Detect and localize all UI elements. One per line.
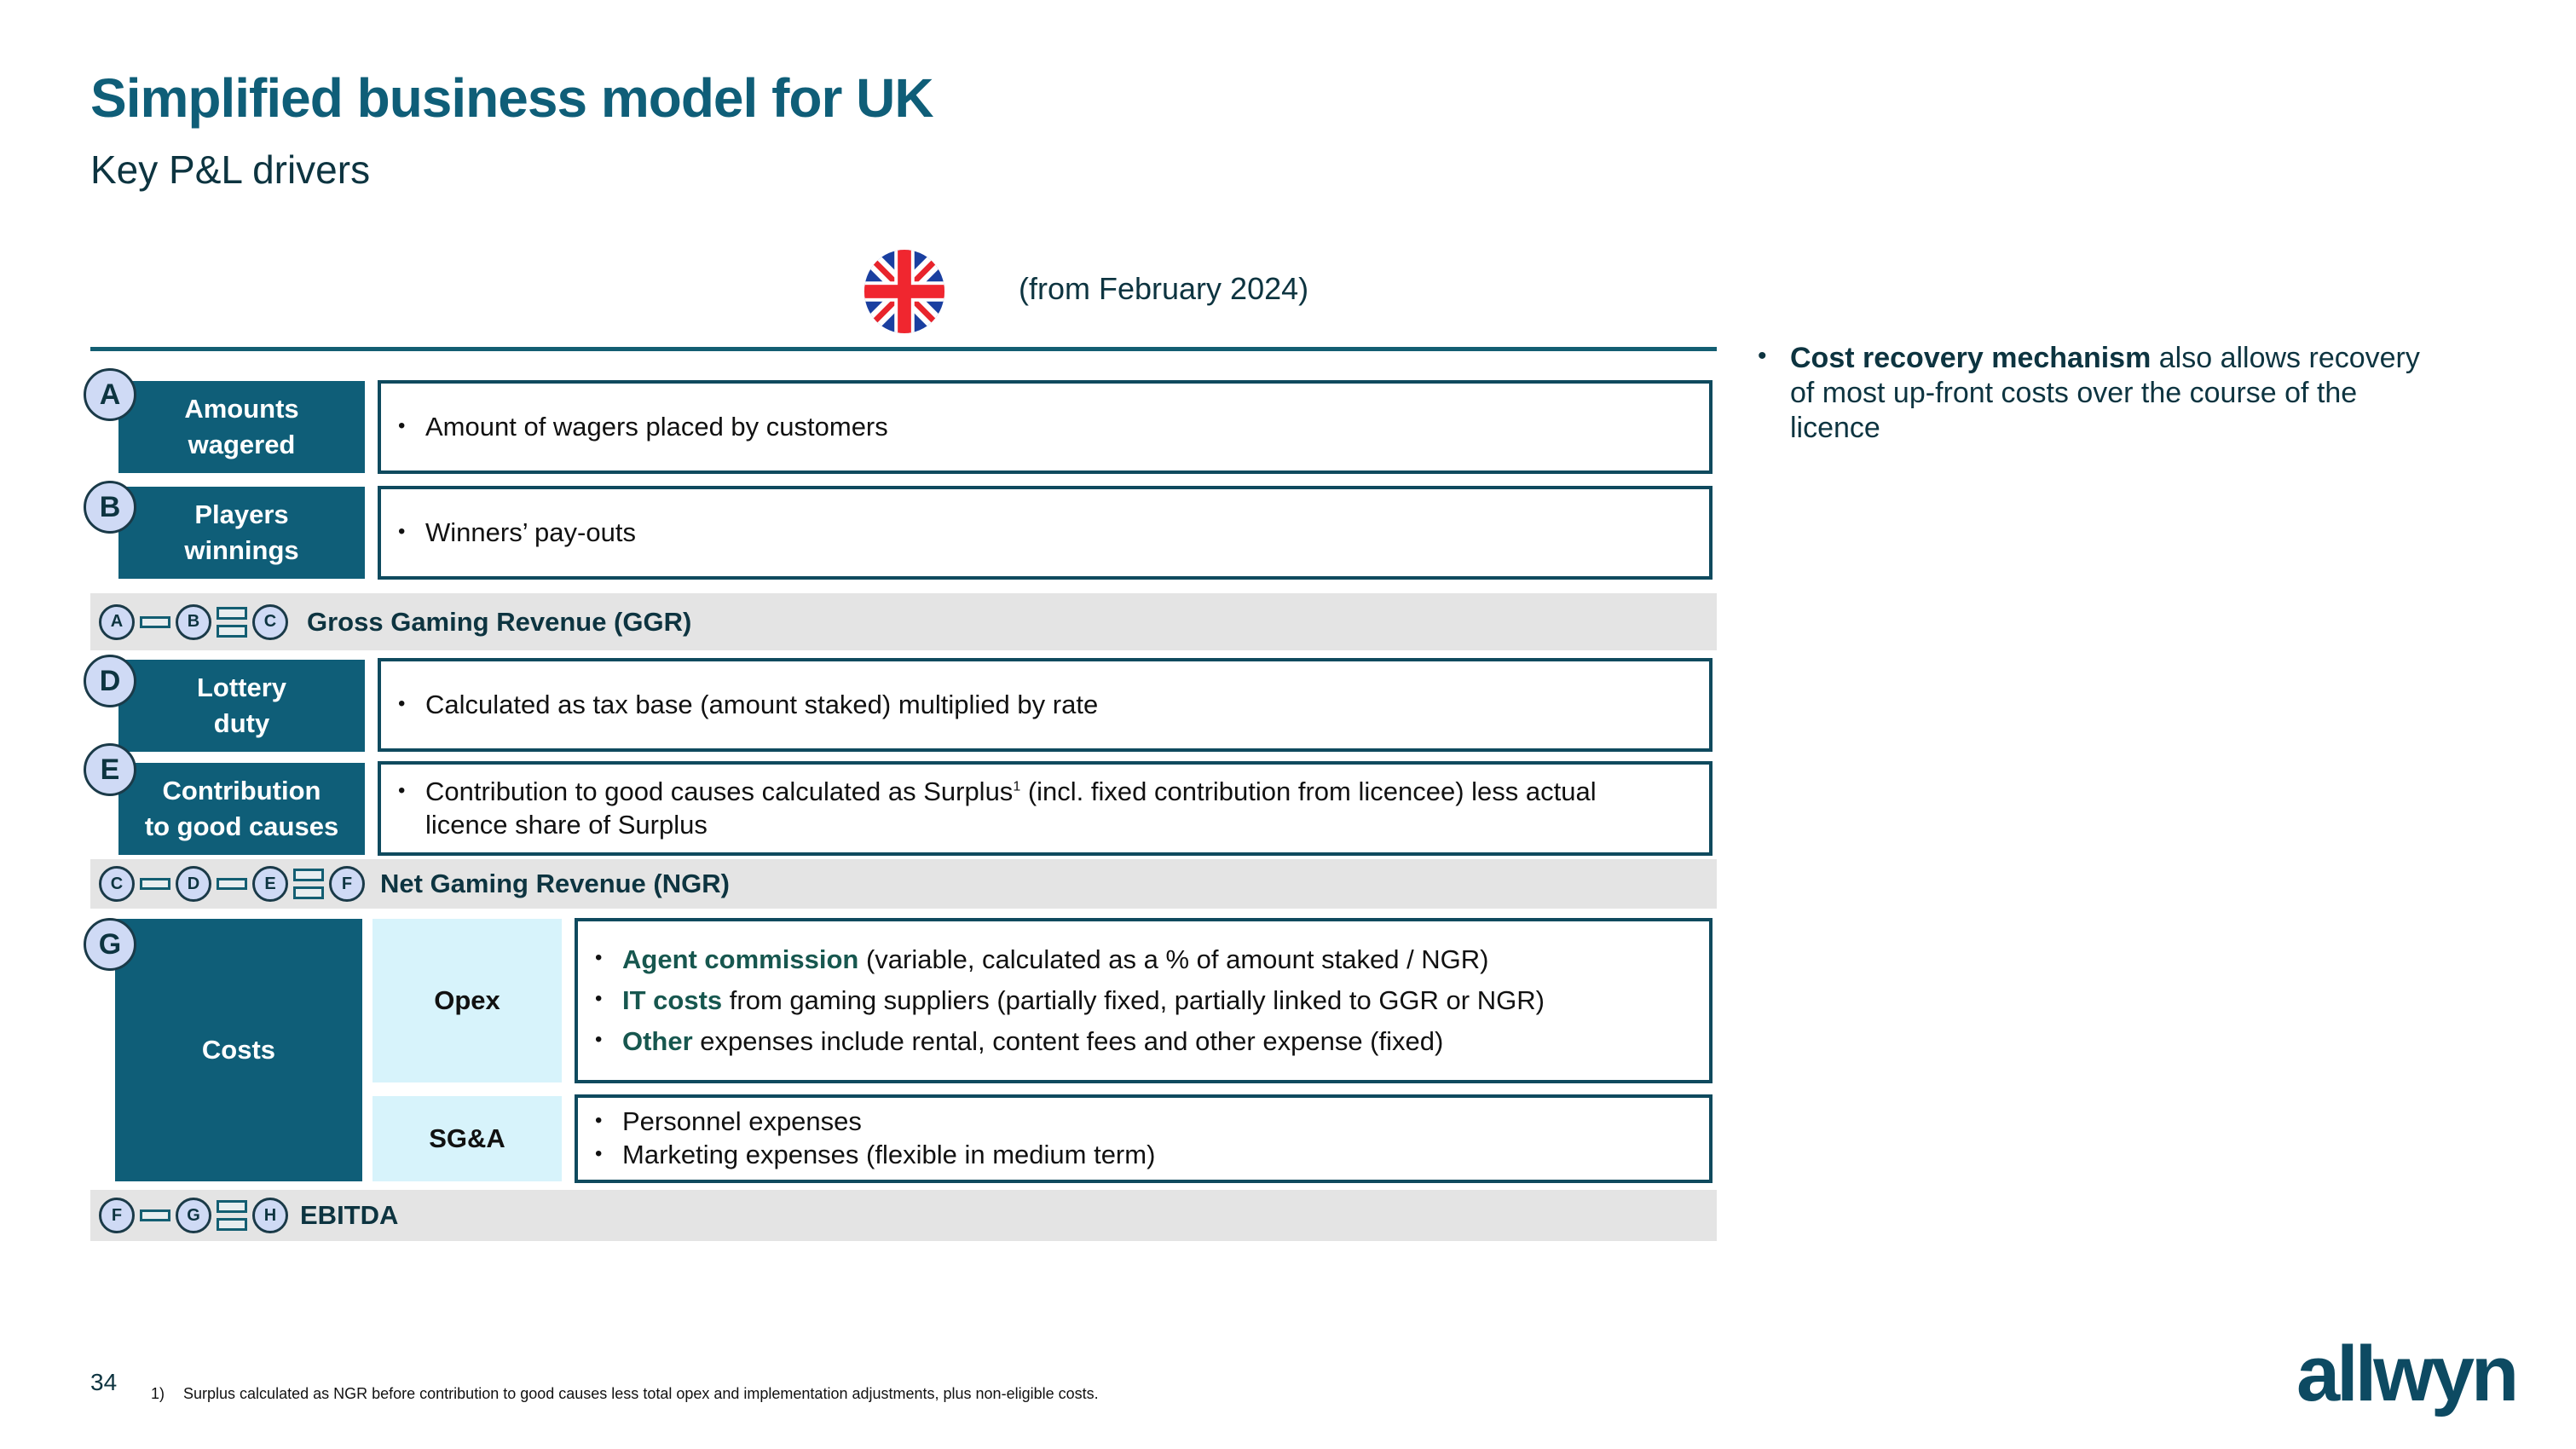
footnote-ref: 1 <box>1013 779 1021 794</box>
period-label: (from February 2024) <box>1019 271 1309 306</box>
label-line: to good causes <box>144 811 339 841</box>
minus-icon <box>217 878 247 890</box>
letter-badge-small: F <box>99 1198 135 1233</box>
equals-icon <box>217 606 247 638</box>
page-title: Simplified business model for UK <box>90 67 934 129</box>
uk-flag-icon <box>863 250 945 333</box>
description-amounts-wagered: Amount of wagers placed by customers <box>378 380 1713 474</box>
header-divider <box>90 347 1717 351</box>
letter-badge-small: D <box>176 866 211 902</box>
bullet-text: Contribution to good causes calculated a… <box>425 776 1014 806</box>
bullet-item: Calculated as tax base (amount staked) m… <box>398 689 1098 722</box>
page-subtitle: Key P&L drivers <box>90 147 371 192</box>
description-contribution-good-causes: Contribution to good causes calculated a… <box>378 761 1713 856</box>
bullet-item: Other expenses include rental, content f… <box>595 1021 1545 1062</box>
letter-badge-small: H <box>252 1198 288 1233</box>
letter-badge-d: D <box>84 655 136 707</box>
minus-icon <box>140 878 170 890</box>
footnote-mark: 1) <box>151 1385 165 1402</box>
bullet-item: IT costs from gaming suppliers (partiall… <box>595 980 1545 1021</box>
label-opex: Opex <box>373 919 562 1082</box>
formula-band-ggr: A B C Gross Gaming Revenue (GGR) <box>90 593 1717 650</box>
equals-icon <box>293 869 324 899</box>
highlight-term: Other <box>622 1026 693 1057</box>
label-costs: Costs <box>115 919 362 1181</box>
label-line: wagered <box>188 430 296 459</box>
bullet-text: from gaming suppliers (partially fixed, … <box>722 984 1545 1015</box>
page-number: 34 <box>90 1369 118 1395</box>
label-line: Players <box>194 499 289 530</box>
letter-badge-g: G <box>84 918 136 971</box>
band-label: Net Gaming Revenue (NGR) <box>380 869 730 898</box>
side-note: • Cost recovery mechanism also allows re… <box>1758 341 2438 445</box>
letter-badge-small: C <box>99 866 135 902</box>
letter-badge-b: B <box>84 481 136 534</box>
letter-badge-small: C <box>252 603 288 640</box>
footnote: 1) Surplus calculated as NGR before contr… <box>151 1385 1099 1403</box>
label-line: duty <box>213 708 270 738</box>
minus-icon <box>140 1209 170 1221</box>
description-sga: Personnel expenses Marketing expenses (f… <box>575 1094 1713 1183</box>
band-label: Gross Gaming Revenue (GGR) <box>307 606 692 637</box>
label-lottery-duty: Lottery duty <box>118 660 365 752</box>
bullet-item: Agent commission (variable, calculated a… <box>595 939 1545 980</box>
letter-badge-a: A <box>84 368 136 421</box>
label-amounts-wagered: Amounts wagered <box>118 381 365 473</box>
description-players-winnings: Winners’ pay-outs <box>378 486 1713 580</box>
bullet-item: Marketing expenses (flexible in medium t… <box>595 1139 1155 1172</box>
label-sga: SG&A <box>373 1096 562 1181</box>
letter-badge-small: G <box>176 1198 211 1233</box>
letter-badge-e: E <box>84 743 136 796</box>
bullet-icon: • <box>1758 342 1767 370</box>
bullet-text: expenses include rental, content fees an… <box>692 1026 1444 1057</box>
note-bold: Cost recovery mechanism <box>1790 342 2151 374</box>
letter-badge-small: A <box>99 603 135 640</box>
highlight-term: IT costs <box>622 984 723 1015</box>
label-line: winnings <box>184 535 299 565</box>
letter-badge-small: B <box>176 603 211 640</box>
band-label: EBITDA <box>300 1200 399 1230</box>
highlight-term: Agent commission <box>622 944 859 974</box>
description-opex: Agent commission (variable, calculated a… <box>575 918 1713 1083</box>
equals-icon <box>217 1200 247 1231</box>
bullet-item: Personnel expenses <box>595 1106 1155 1139</box>
letter-badge-small: F <box>329 866 365 902</box>
label-players-winnings: Players winnings <box>118 487 365 579</box>
allwyn-logo: allwyn <box>2296 1331 2519 1417</box>
minus-icon <box>140 615 170 628</box>
description-lottery-duty: Calculated as tax base (amount staked) m… <box>378 658 1713 752</box>
formula-band-ebitda: F G H EBITDA <box>90 1190 1717 1241</box>
bullet-item: Winners’ pay-outs <box>398 517 636 550</box>
footnote-text: Surplus calculated as NGR before contrib… <box>183 1385 1099 1402</box>
bullet-item: Amount of wagers placed by customers <box>398 411 888 444</box>
bullet-text: (variable, calculated as a % of amount s… <box>858 944 1489 974</box>
label-line: Lottery <box>196 673 287 703</box>
label-line: Amounts <box>184 394 299 424</box>
bullet-item: Contribution to good causes calculated a… <box>398 776 1709 842</box>
label-contribution-good-causes: Contribution to good causes <box>118 763 365 855</box>
letter-badge-small: E <box>252 866 288 902</box>
label-line: Contribution <box>162 776 321 806</box>
formula-band-ngr: C D E F Net Gaming Revenue (NGR) <box>90 859 1717 909</box>
